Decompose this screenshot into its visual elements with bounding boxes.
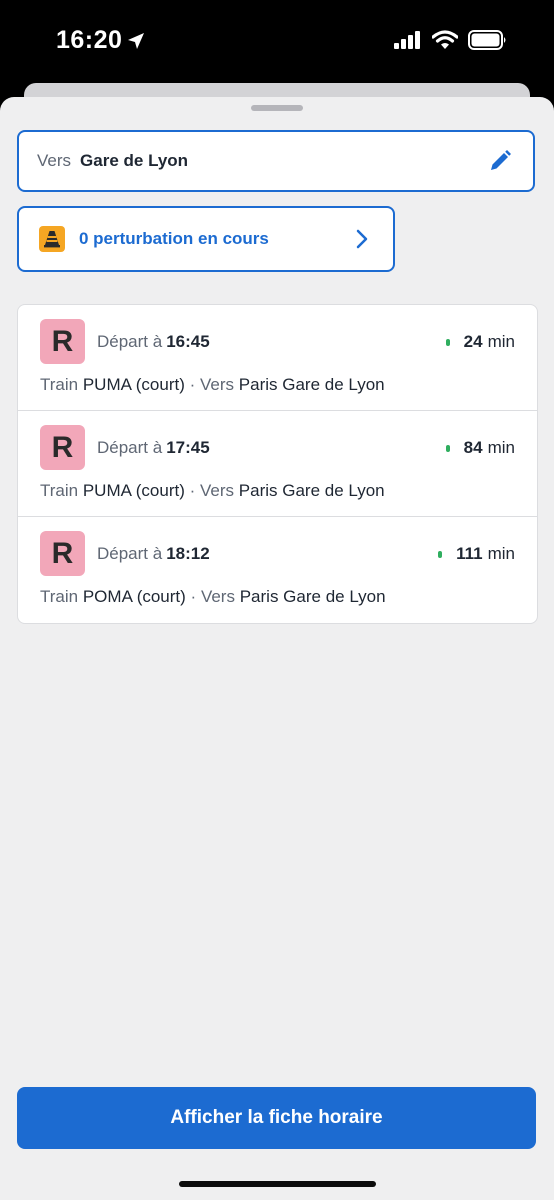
train-name: POMA (court) [82, 587, 186, 606]
location-arrow-icon [128, 32, 145, 49]
direction: Paris Gare de Lyon [239, 587, 386, 606]
destination-value: Gare de Lyon [80, 151, 189, 170]
direction: Paris Gare de Lyon [238, 481, 385, 500]
wait-unit: min [487, 332, 515, 351]
train-name: PUMA (court) [82, 481, 185, 500]
status-bar: 16:20 [0, 0, 554, 84]
departure-row[interactable]: R Départ à 16:45 24 min Train PUMA (court… [18, 305, 537, 411]
departure-time: 17:45 [166, 438, 210, 457]
status-time: 16:20 [56, 26, 123, 54]
departure-label: Départ à 18:12 [97, 544, 210, 564]
departures-list: R Départ à 16:45 24 min Train PUMA (court… [17, 304, 538, 624]
wait-value: 24 [463, 332, 483, 351]
wait-time: 111 min [438, 544, 515, 564]
departure-detail: Train PUMA (court) · Vers Paris Gare de … [40, 481, 385, 501]
chevron-right-icon [356, 229, 368, 249]
departure-prefix: Départ à [97, 438, 163, 457]
train-label: Train [40, 481, 79, 500]
status-icons [394, 30, 508, 50]
realtime-indicator-icon [445, 444, 450, 452]
departure-prefix: Départ à [97, 544, 163, 563]
show-timetable-button[interactable]: Afficher la fiche horaire [17, 1087, 536, 1149]
destination-prefix: Vers [37, 151, 72, 170]
bottom-sheet: Vers Gare de Lyon 0 perturbation en cour… [0, 97, 554, 1200]
line-r-badge: R [40, 425, 85, 470]
departure-time: 16:45 [166, 332, 210, 351]
train-label: Train [40, 587, 79, 606]
pencil-icon [491, 150, 511, 170]
realtime-indicator-icon [445, 338, 450, 346]
departure-detail: Train POMA (court) · Vers Paris Gare de … [40, 587, 386, 607]
wait-unit: min [487, 438, 515, 457]
cellular-signal-icon [394, 31, 420, 49]
status-time-group: 16:20 [56, 26, 146, 55]
separator: · [190, 587, 197, 606]
wifi-icon [432, 30, 458, 49]
home-indicator [179, 1181, 376, 1187]
destination-field[interactable]: Vers Gare de Lyon [17, 130, 535, 192]
sheet-grabber[interactable] [251, 105, 303, 111]
line-r-badge: R [40, 531, 85, 576]
wait-time: 24 min [445, 332, 515, 352]
wait-value: 84 [463, 438, 483, 457]
wait-value: 111 [456, 544, 483, 563]
departure-label: Départ à 16:45 [97, 332, 210, 352]
disruptions-button[interactable]: 0 perturbation en cours [17, 206, 395, 272]
wait-time: 84 min [445, 438, 515, 458]
separator: · [189, 481, 196, 500]
direction-label: Vers [200, 375, 235, 394]
departure-detail: Train PUMA (court) · Vers Paris Gare de … [40, 375, 385, 395]
departure-time: 18:12 [166, 544, 210, 563]
battery-icon [468, 30, 506, 50]
traffic-cone-icon [39, 226, 65, 252]
wait-unit: min [487, 544, 515, 563]
departure-row[interactable]: R Départ à 18:12 111 min Train POMA (cour… [18, 517, 537, 623]
train-name: PUMA (court) [82, 375, 185, 394]
separator: · [189, 375, 196, 394]
departure-label: Départ à 17:45 [97, 438, 210, 458]
direction: Paris Gare de Lyon [238, 375, 385, 394]
edit-destination-button[interactable] [487, 148, 513, 174]
disruptions-label: 0 perturbation en cours [79, 229, 269, 248]
direction-label: Vers [200, 587, 235, 606]
realtime-indicator-icon [438, 550, 443, 558]
train-label: Train [40, 375, 79, 394]
direction-label: Vers [200, 481, 235, 500]
line-r-badge: R [40, 319, 85, 364]
departure-prefix: Départ à [97, 332, 163, 351]
departure-row[interactable]: R Départ à 17:45 84 min Train PUMA (court… [18, 411, 537, 517]
